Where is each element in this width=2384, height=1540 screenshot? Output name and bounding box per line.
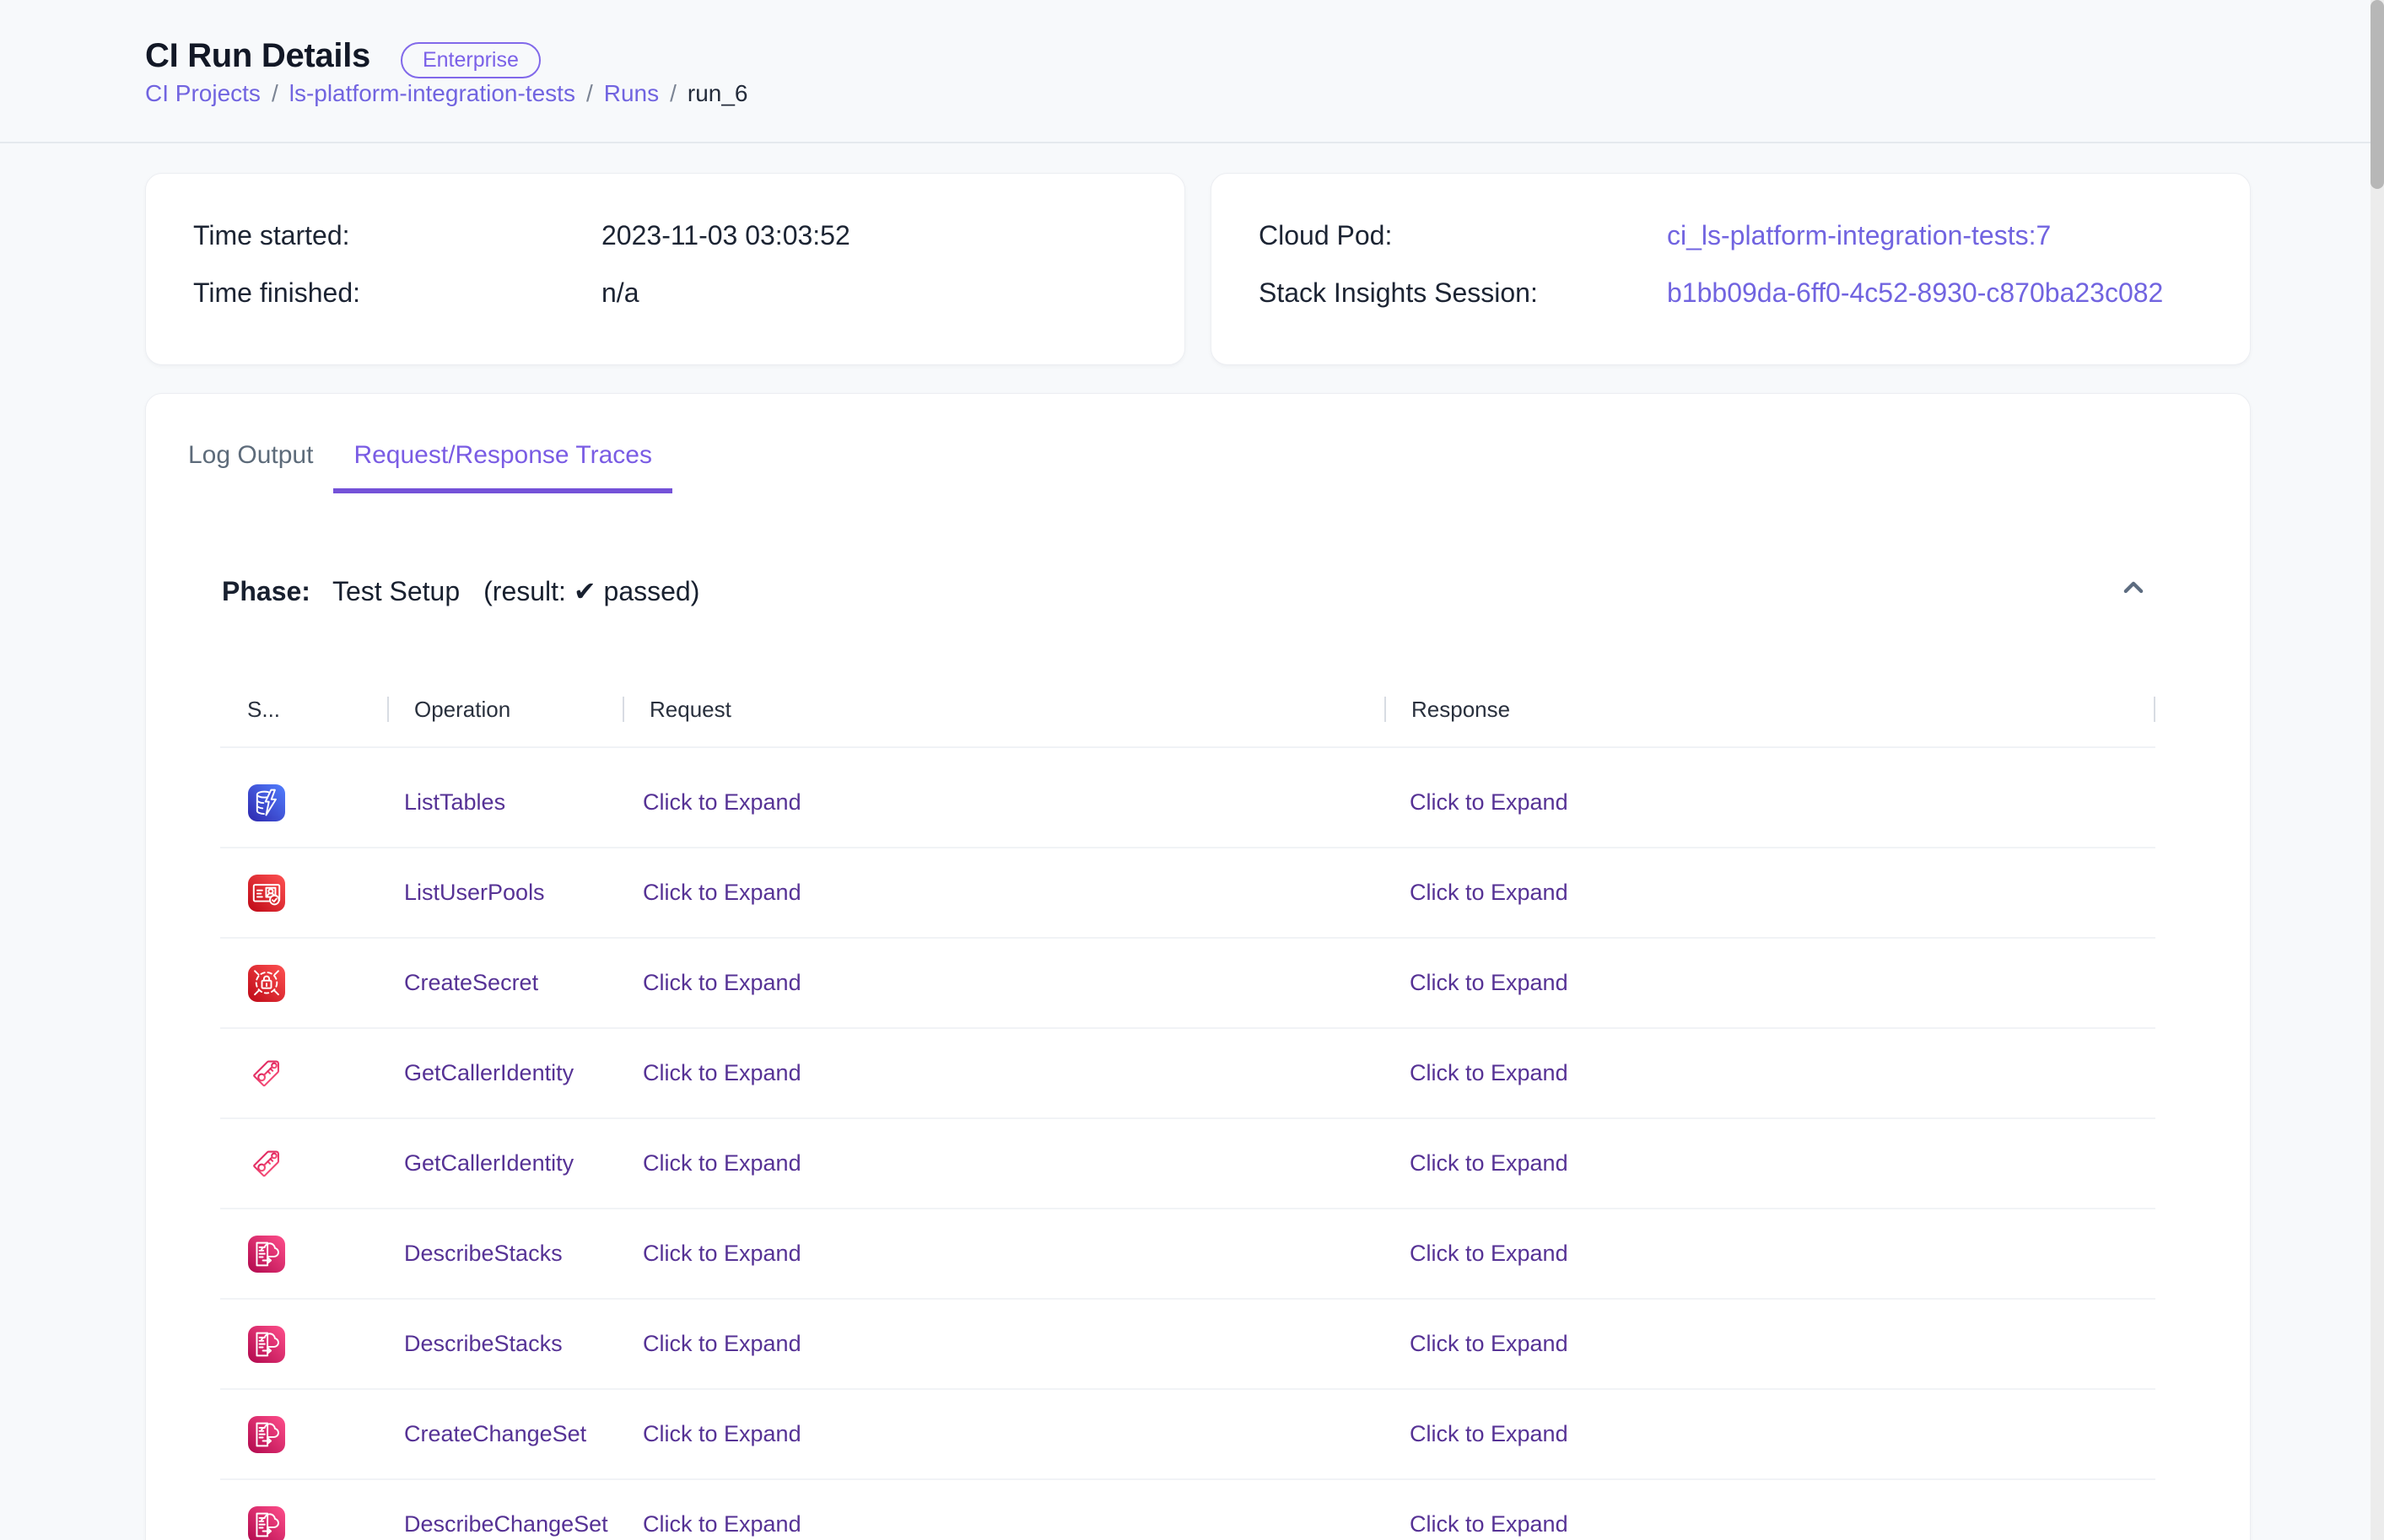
response-expand-link[interactable]: Click to Expand <box>1410 880 1568 905</box>
request-expand-link[interactable]: Click to Expand <box>643 1331 801 1356</box>
run-times-card: Time started: 2023-11-03 03:03:52 Time f… <box>145 173 1185 365</box>
dynamodb-icon <box>248 784 285 821</box>
page-content: Time started: 2023-11-03 03:03:52 Time f… <box>0 173 2384 1540</box>
session-card: Cloud Pod: ci_ls-platform-integration-te… <box>1211 173 2251 365</box>
breadcrumb-link-project[interactable]: ls-platform-integration-tests <box>289 78 575 109</box>
time-finished-value: n/a <box>601 277 639 309</box>
cloud-pod-link[interactable]: ci_ls-platform-integration-tests:7 <box>1667 220 2051 251</box>
response-expand-link[interactable]: Click to Expand <box>1410 970 1568 995</box>
operation-link[interactable]: GetCallerIdentity <box>404 1150 574 1176</box>
request-expand-link[interactable]: Click to Expand <box>643 1511 801 1537</box>
cloudformation-icon <box>248 1236 285 1273</box>
table-row: DescribeStacks Click to Expand Click to … <box>220 1300 2155 1390</box>
tab-bar: Log Output Request/Response Traces <box>146 394 2250 493</box>
column-header-response: Response <box>1384 697 2155 723</box>
operation-link[interactable]: GetCallerIdentity <box>404 1060 574 1085</box>
table-row: GetCallerIdentity Click to Expand Click … <box>220 1029 2155 1119</box>
stack-insights-session-link[interactable]: b1bb09da-6ff0-4c52-8930-c870ba23c082 <box>1667 277 2163 309</box>
response-expand-link[interactable]: Click to Expand <box>1410 1421 1568 1446</box>
breadcrumb-separator: / <box>586 78 593 109</box>
breadcrumb-separator: / <box>272 78 278 109</box>
time-started-label: Time started: <box>193 220 601 251</box>
scrollbar-thumb[interactable] <box>2371 0 2384 189</box>
request-expand-link[interactable]: Click to Expand <box>643 970 801 995</box>
scrollbar <box>2371 0 2384 1540</box>
trace-table: S... Operation Request Response ListTabl… <box>220 672 2155 1540</box>
operation-link[interactable]: CreateChangeSet <box>404 1421 586 1446</box>
chevron-up-icon <box>2115 569 2152 613</box>
column-header-operation: Operation <box>387 697 623 723</box>
request-expand-link[interactable]: Click to Expand <box>643 1150 801 1176</box>
page-title: CI Run Details <box>145 33 370 78</box>
breadcrumb-separator: / <box>670 78 677 109</box>
request-expand-link[interactable]: Click to Expand <box>643 789 801 815</box>
table-row: GetCallerIdentity Click to Expand Click … <box>220 1119 2155 1209</box>
breadcrumb: CI Projects / ls-platform-integration-te… <box>145 78 2251 109</box>
sts-icon <box>248 1145 285 1182</box>
operation-link[interactable]: DescribeStacks <box>404 1241 563 1266</box>
request-expand-link[interactable]: Click to Expand <box>643 1241 801 1266</box>
operation-link[interactable]: ListUserPools <box>404 880 545 905</box>
time-started-value: 2023-11-03 03:03:52 <box>601 220 850 251</box>
secretsmanager-icon <box>248 965 285 1002</box>
cloud-pod-label: Cloud Pod: <box>1259 220 1667 251</box>
operation-link[interactable]: ListTables <box>404 789 505 815</box>
response-expand-link[interactable]: Click to Expand <box>1410 1241 1568 1266</box>
cloudformation-icon <box>248 1326 285 1363</box>
table-row: ListUserPools Click to Expand Click to E… <box>220 848 2155 939</box>
sts-icon <box>248 1055 285 1092</box>
operation-link[interactable]: CreateSecret <box>404 970 538 995</box>
response-expand-link[interactable]: Click to Expand <box>1410 1150 1568 1176</box>
phase-header: Phase: Test Setup (result: ✔ passed) <box>146 566 2250 617</box>
breadcrumb-link-runs[interactable]: Runs <box>604 78 659 109</box>
breadcrumb-link-ci-projects[interactable]: CI Projects <box>145 78 261 109</box>
column-header-request: Request <box>623 697 1384 723</box>
tab-log-output[interactable]: Log Output <box>168 438 333 493</box>
phase-result: (result: ✔ passed) <box>483 575 699 607</box>
request-expand-link[interactable]: Click to Expand <box>643 880 801 905</box>
operation-link[interactable]: DescribeStacks <box>404 1331 563 1356</box>
page-header: CI Run Details Enterprise CI Projects / … <box>0 0 2384 143</box>
request-expand-link[interactable]: Click to Expand <box>643 1060 801 1085</box>
cloudformation-icon <box>248 1416 285 1453</box>
breadcrumb-current-run: run_6 <box>688 78 748 109</box>
phase-collapse-button[interactable] <box>2113 571 2154 611</box>
column-header-service: S... <box>220 697 387 723</box>
trace-table-body: ListTables Click to Expand Click to Expa… <box>220 748 2155 1540</box>
response-expand-link[interactable]: Click to Expand <box>1410 1331 1568 1356</box>
tab-request-response-traces[interactable]: Request/Response Traces <box>333 438 672 493</box>
phase-name: Test Setup <box>332 576 460 607</box>
table-row: DescribeChangeSet Click to Expand Click … <box>220 1480 2155 1540</box>
response-expand-link[interactable]: Click to Expand <box>1410 1511 1568 1537</box>
enterprise-badge: Enterprise <box>401 42 541 78</box>
stack-insights-session-label: Stack Insights Session: <box>1259 277 1667 309</box>
table-row: CreateSecret Click to Expand Click to Ex… <box>220 939 2155 1029</box>
table-row: ListTables Click to Expand Click to Expa… <box>220 758 2155 848</box>
cloudformation-icon <box>248 1506 285 1540</box>
response-expand-link[interactable]: Click to Expand <box>1410 1060 1568 1085</box>
response-expand-link[interactable]: Click to Expand <box>1410 789 1568 815</box>
request-expand-link[interactable]: Click to Expand <box>643 1421 801 1446</box>
table-row: CreateChangeSet Click to Expand Click to… <box>220 1390 2155 1480</box>
operation-link[interactable]: DescribeChangeSet <box>404 1511 608 1537</box>
cognito-icon <box>248 875 285 912</box>
traces-card: Log Output Request/Response Traces Phase… <box>145 393 2251 1540</box>
trace-table-header: S... Operation Request Response <box>220 672 2155 748</box>
time-finished-label: Time finished: <box>193 277 601 309</box>
table-row: DescribeStacks Click to Expand Click to … <box>220 1209 2155 1300</box>
phase-label: Phase: <box>222 576 310 607</box>
